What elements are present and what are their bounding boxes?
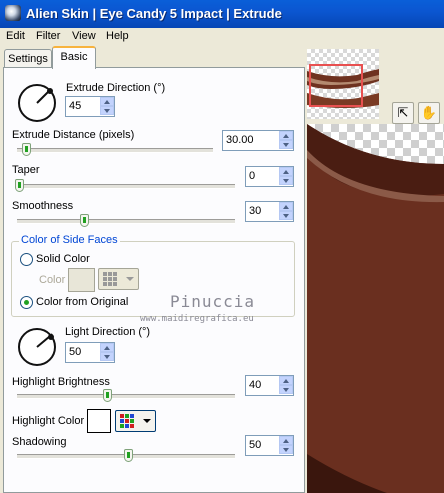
shadowing-value: 50 — [249, 439, 262, 451]
preview-image — [307, 124, 444, 493]
highlight-color-label: Highlight Color — [12, 415, 85, 427]
solid-color-picker-button[interactable] — [98, 268, 139, 290]
window-title: Alien Skin | Eye Candy 5 Impact | Extrud… — [26, 6, 282, 21]
extrude-direction-spinner[interactable]: 45 — [65, 96, 115, 117]
taper-spinner[interactable]: 0 — [245, 166, 294, 187]
shadowing-slider[interactable] — [124, 449, 133, 462]
highlight-brightness-spinner[interactable]: 40 — [245, 375, 294, 396]
highlight-color-swatch[interactable] — [87, 409, 111, 433]
highlight-color-picker-button[interactable] — [115, 410, 156, 432]
watermark-name: Pinuccia — [170, 292, 256, 311]
title-bar: Alien Skin | Eye Candy 5 Impact | Extrud… — [0, 0, 444, 28]
smoothness-label: Smoothness — [12, 200, 74, 212]
pan-tool-button[interactable]: ✋ — [418, 102, 440, 124]
spin-down-button[interactable] — [100, 106, 114, 115]
menu-edit[interactable]: Edit — [6, 30, 25, 42]
taper-label: Taper — [12, 164, 40, 176]
menu-bar: Edit Filter View Help — [0, 28, 444, 46]
watermark-url: www.maidiregrafica.eu — [140, 314, 254, 324]
extrude-direction-value: 45 — [69, 100, 82, 112]
spin-up-button[interactable] — [279, 131, 293, 140]
light-direction-dial[interactable] — [18, 328, 56, 366]
spin-down-button[interactable] — [279, 211, 293, 220]
preview-canvas[interactable] — [307, 124, 444, 493]
menu-view[interactable]: View — [72, 30, 96, 42]
tab-strip: Settings Basic — [0, 46, 305, 69]
solid-color-radio[interactable] — [20, 253, 33, 266]
light-direction-value: 50 — [69, 346, 82, 358]
highlight-brightness-track[interactable] — [17, 394, 235, 399]
extrude-distance-track[interactable] — [17, 148, 213, 153]
spin-up-button[interactable] — [279, 376, 293, 385]
select-tool-button[interactable]: ⇱ — [392, 102, 414, 124]
color-from-original-label[interactable]: Color from Original — [36, 296, 128, 308]
color-from-original-radio[interactable] — [20, 296, 33, 309]
smoothness-track[interactable] — [17, 219, 235, 224]
smoothness-spinner[interactable]: 30 — [245, 201, 294, 222]
highlight-brightness-slider[interactable] — [103, 389, 112, 402]
taper-track[interactable] — [17, 184, 235, 189]
spin-up-button[interactable] — [279, 436, 293, 445]
hand-pan-icon: ✋ — [420, 105, 438, 120]
hand-pointer-icon: ⇱ — [397, 105, 409, 120]
color-grid-icon — [120, 414, 134, 428]
navigator-thumbnail[interactable] — [307, 49, 379, 119]
spin-up-button[interactable] — [279, 202, 293, 211]
chevron-down-icon — [143, 419, 151, 423]
app-icon — [5, 5, 21, 21]
highlight-brightness-value: 40 — [249, 379, 262, 391]
color-grid-icon — [103, 272, 117, 286]
color-label: Color — [39, 274, 66, 286]
extrude-direction-label: Extrude Direction (°) — [66, 82, 166, 94]
spin-down-button[interactable] — [279, 140, 293, 149]
menu-filter[interactable]: Filter — [36, 30, 60, 42]
menu-help[interactable]: Help — [106, 30, 129, 42]
tab-settings[interactable]: Settings — [4, 49, 52, 69]
spin-down-button[interactable] — [279, 385, 293, 394]
extrude-direction-dial[interactable] — [18, 84, 56, 122]
shadowing-spinner[interactable]: 50 — [245, 435, 294, 456]
light-direction-spinner[interactable]: 50 — [65, 342, 115, 363]
navigator-viewport-box[interactable] — [309, 64, 363, 107]
taper-value: 0 — [249, 170, 256, 182]
spin-down-button[interactable] — [100, 352, 114, 361]
light-direction-label: Light Direction (°) — [65, 326, 151, 338]
solid-color-swatch[interactable] — [68, 268, 95, 292]
spin-up-button[interactable] — [100, 97, 114, 106]
extrude-distance-slider[interactable] — [22, 143, 31, 156]
taper-slider[interactable] — [15, 179, 24, 192]
tab-basic[interactable]: Basic — [52, 46, 96, 69]
shadowing-label: Shadowing — [12, 436, 67, 448]
side-faces-title: Color of Side Faces — [19, 234, 120, 246]
extrude-distance-label: Extrude Distance (pixels) — [12, 129, 135, 141]
smoothness-slider[interactable] — [80, 214, 89, 227]
solid-color-label[interactable]: Solid Color — [36, 253, 90, 265]
smoothness-value: 30 — [249, 205, 262, 217]
dial-handle — [48, 334, 54, 340]
spin-down-button[interactable] — [279, 445, 293, 454]
highlight-brightness-label: Highlight Brightness — [12, 376, 110, 388]
spin-up-button[interactable] — [100, 343, 114, 352]
dial-handle — [47, 88, 53, 94]
spin-down-button[interactable] — [279, 176, 293, 185]
chevron-down-icon — [126, 277, 134, 281]
spin-up-button[interactable] — [279, 167, 293, 176]
extrude-distance-value: 30.00 — [226, 134, 254, 146]
extrude-distance-spinner[interactable]: 30.00 — [222, 130, 294, 151]
